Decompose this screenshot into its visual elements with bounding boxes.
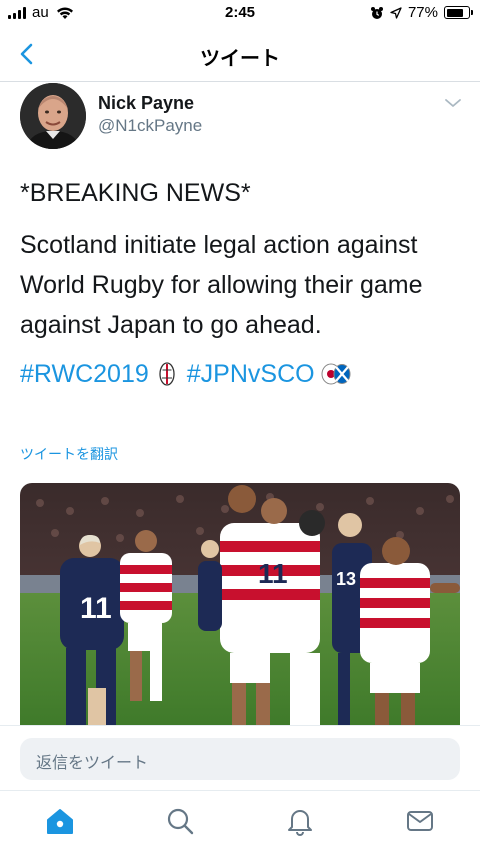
search-icon[interactable] (164, 805, 196, 837)
page-title: ツイート (200, 48, 280, 70)
rugby-photo-image: 11 11 13 (20, 483, 460, 725)
alarm-icon (370, 6, 383, 19)
status-bar: au 2:45 77% (0, 0, 480, 26)
battery-fill (446, 8, 463, 17)
tweet-text-line: World Rugby for allowing their game (20, 271, 423, 299)
user-handle[interactable]: @N1ckPayne (98, 116, 202, 136)
tab-bar (0, 790, 480, 853)
status-right: 77% (370, 4, 473, 21)
reply-bar: 返信をツイート (0, 725, 480, 789)
battery-icon (444, 6, 473, 19)
chevron-down-icon[interactable] (443, 96, 463, 110)
tweet-text-line: against Japan to go ahead. (20, 311, 322, 339)
user-name[interactable]: Nick Payne (98, 93, 194, 114)
tweet-text-line: Scotland initiate legal action against (20, 231, 418, 259)
japan-scotland-flags-icon (321, 363, 351, 385)
reply-input[interactable]: 返信をツイート (20, 738, 460, 780)
hashtag-row: #RWC2019 #JPNvSCO (20, 358, 359, 390)
avatar-image (20, 83, 86, 149)
svg-text:13: 13 (336, 569, 356, 589)
battery-label: 77% (407, 4, 438, 21)
nav-bar: ツイート (0, 26, 480, 82)
avatar[interactable] (20, 83, 86, 149)
home-icon[interactable] (44, 805, 76, 837)
tweet-photo[interactable]: 11 11 13 (20, 483, 460, 725)
messages-icon[interactable] (404, 805, 436, 837)
svg-text:11: 11 (80, 592, 112, 625)
tweet-text-line: *BREAKING NEWS* (20, 179, 251, 207)
svg-text:11: 11 (258, 558, 288, 589)
hashtag-rwc2019[interactable]: #RWC2019 (20, 358, 149, 390)
translate-tweet-link[interactable]: ツイートを翻訳 (20, 444, 118, 464)
notifications-icon[interactable] (284, 805, 316, 837)
location-icon (390, 6, 402, 19)
hashtag-jpnvsco[interactable]: #JPNvSCO (187, 358, 315, 390)
rugby-world-cup-emoji-icon (159, 362, 175, 386)
